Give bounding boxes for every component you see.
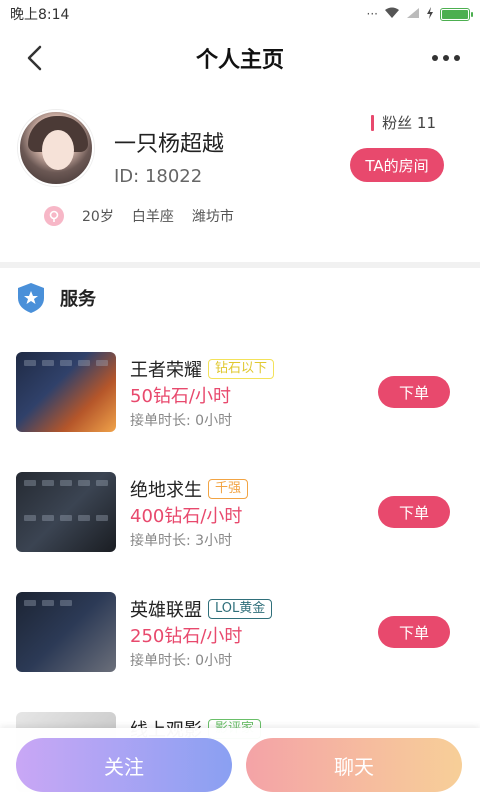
constellation-label: 白羊座	[131, 209, 174, 225]
bottom-action-bar: 关注 聊天	[0, 728, 480, 800]
more-button[interactable]	[426, 42, 466, 74]
battery-icon	[440, 7, 473, 21]
service-name: 绝地求生	[130, 480, 202, 501]
order-button[interactable]: 下单	[378, 376, 450, 408]
service-thumbnail	[16, 352, 116, 432]
profile-card: 一只杨超越 ID: 18022 粉丝 11 TA的房间 20岁 白羊座 潍坊市	[0, 100, 480, 260]
order-button[interactable]: 下单	[378, 496, 450, 528]
age-label: 20岁	[82, 209, 114, 225]
status-time: 晚上8:14	[10, 7, 70, 23]
more-dot-icon	[443, 55, 449, 61]
page-title: 个人主页	[195, 48, 284, 73]
more-dot-icon	[454, 55, 460, 61]
nav-bar: 个人主页	[0, 28, 480, 88]
dots-icon: ···	[366, 7, 378, 21]
chevron-left-icon	[27, 45, 42, 71]
service-tag: 钻石以下	[208, 359, 275, 379]
service-duration: 接单时长: 0小时	[130, 413, 233, 429]
services-title: 服务	[60, 289, 96, 310]
service-item[interactable]: 英雄联盟 LOL黄金 250钻石/小时 接单时长: 0小时 下单	[16, 592, 464, 676]
service-price: 250钻石/小时	[130, 626, 243, 647]
user-id: ID: 18022	[114, 166, 203, 187]
service-item[interactable]: 王者荣耀 钻石以下 50钻石/小时 接单时长: 0小时 下单	[16, 352, 464, 436]
profile-meta: 20岁 白羊座 潍坊市	[44, 206, 234, 226]
service-price: 400钻石/小时	[130, 506, 243, 527]
status-bar: 晚上8:14 ···	[0, 0, 480, 28]
service-tag: LOL黄金	[208, 599, 273, 619]
service-thumbnail	[16, 472, 116, 552]
order-button[interactable]: 下单	[378, 616, 450, 648]
follow-button[interactable]: 关注	[16, 738, 232, 792]
back-button[interactable]	[18, 42, 50, 74]
service-name-row: 英雄联盟 LOL黄金	[130, 596, 273, 622]
service-duration: 接单时长: 3小时	[130, 533, 233, 549]
avatar[interactable]	[18, 110, 94, 186]
charging-icon	[426, 6, 434, 22]
service-price: 50钻石/小时	[130, 386, 231, 407]
room-button[interactable]: TA的房间	[350, 148, 444, 182]
service-tag: 千强	[208, 479, 249, 499]
shield-star-icon	[18, 283, 44, 313]
female-icon	[44, 206, 64, 226]
service-thumbnail	[16, 592, 116, 672]
chat-button[interactable]: 聊天	[246, 738, 462, 792]
service-name-row: 王者荣耀 钻石以下	[130, 356, 275, 382]
services-header: 服务	[16, 282, 96, 314]
service-name-row: 绝地求生 千强	[130, 476, 249, 502]
section-divider	[0, 262, 480, 268]
wifi-icon	[384, 7, 400, 22]
signal-icon	[406, 7, 420, 22]
service-item[interactable]: 绝地求生 千强 400钻石/小时 接单时长: 3小时 下单	[16, 472, 464, 556]
nickname: 一只杨超越	[114, 132, 225, 157]
fans-count[interactable]: 粉丝 11	[371, 112, 436, 133]
fans-label: 粉丝 11	[382, 114, 436, 132]
city-label: 潍坊市	[191, 209, 234, 225]
avatar-face	[42, 130, 74, 170]
service-duration: 接单时长: 0小时	[130, 653, 233, 669]
service-name: 英雄联盟	[130, 600, 202, 621]
more-dot-icon	[432, 55, 438, 61]
status-icons: ···	[366, 6, 473, 22]
service-name: 王者荣耀	[130, 360, 202, 381]
fans-accent-bar	[371, 114, 375, 131]
